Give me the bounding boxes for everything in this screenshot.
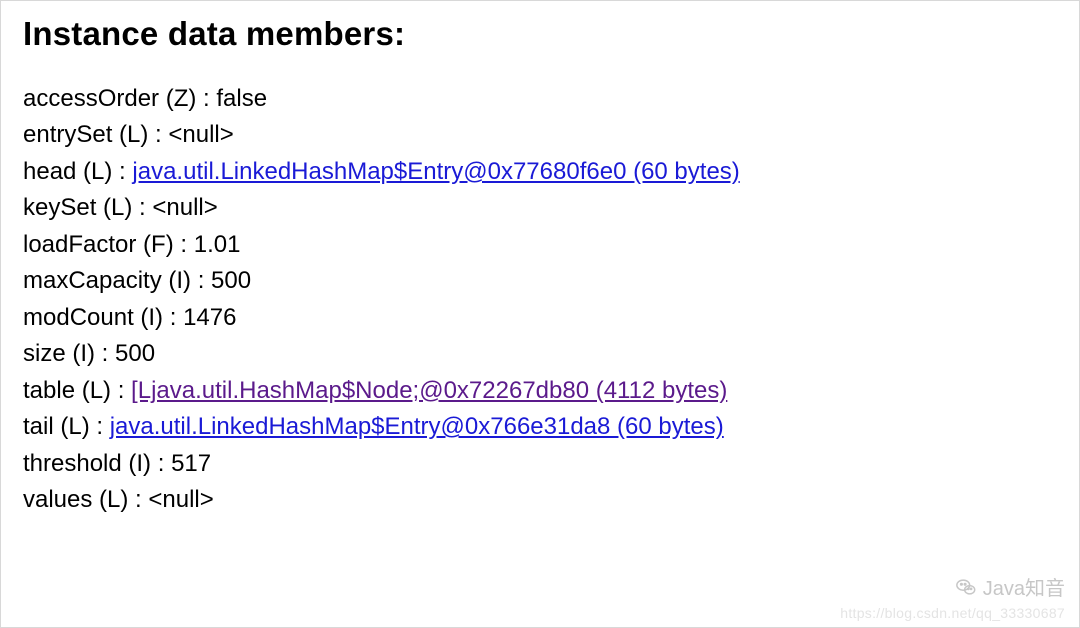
member-prefix: head (L) : bbox=[23, 158, 132, 185]
member-prefix: values (L) : bbox=[23, 486, 148, 513]
members-list: accessOrder (Z) : falseentrySet (L) : <n… bbox=[23, 81, 1057, 519]
member-prefix: loadFactor (F) : bbox=[23, 231, 194, 258]
member-prefix: tail (L) : bbox=[23, 413, 110, 440]
watermark-label: Java知音 bbox=[983, 572, 1065, 601]
member-link[interactable]: java.util.LinkedHashMap$Entry@0x77680f6e… bbox=[132, 158, 739, 185]
member-value: <null> bbox=[152, 194, 217, 221]
member-prefix: size (I) : bbox=[23, 340, 115, 367]
member-row: entrySet (L) : <null> bbox=[23, 117, 1057, 153]
member-row: accessOrder (Z) : false bbox=[23, 81, 1057, 117]
member-prefix: maxCapacity (I) : bbox=[23, 267, 211, 294]
member-value: <null> bbox=[168, 121, 233, 148]
watermark: Java知音 bbox=[955, 572, 1065, 601]
member-prefix: accessOrder (Z) : bbox=[23, 85, 216, 112]
member-row: values (L) : <null> bbox=[23, 482, 1057, 518]
member-prefix: modCount (I) : bbox=[23, 304, 183, 331]
member-value: 500 bbox=[115, 340, 155, 367]
member-row: size (I) : 500 bbox=[23, 336, 1057, 372]
member-value: <null> bbox=[148, 486, 213, 513]
member-value: 500 bbox=[211, 267, 251, 294]
member-row: tail (L) : java.util.LinkedHashMap$Entry… bbox=[23, 409, 1057, 445]
member-row: head (L) : java.util.LinkedHashMap$Entry… bbox=[23, 154, 1057, 190]
member-link[interactable]: java.util.LinkedHashMap$Entry@0x766e31da… bbox=[110, 413, 724, 440]
member-value: false bbox=[216, 85, 267, 112]
wechat-icon bbox=[955, 576, 977, 598]
member-prefix: keySet (L) : bbox=[23, 194, 152, 221]
member-prefix: table (L) : bbox=[23, 377, 131, 404]
section-title: Instance data members: bbox=[23, 15, 1057, 53]
member-row: keySet (L) : <null> bbox=[23, 190, 1057, 226]
member-link[interactable]: [Ljava.util.HashMap$Node;@0x72267db80 (4… bbox=[131, 377, 727, 404]
member-row: table (L) : [Ljava.util.HashMap$Node;@0x… bbox=[23, 373, 1057, 409]
member-row: threshold (I) : 517 bbox=[23, 446, 1057, 482]
member-value: 1.01 bbox=[194, 231, 241, 258]
member-value: 517 bbox=[171, 450, 211, 477]
member-value: 1476 bbox=[183, 304, 236, 331]
member-row: modCount (I) : 1476 bbox=[23, 300, 1057, 336]
member-row: maxCapacity (I) : 500 bbox=[23, 263, 1057, 299]
member-row: loadFactor (F) : 1.01 bbox=[23, 227, 1057, 263]
member-prefix: threshold (I) : bbox=[23, 450, 171, 477]
member-prefix: entrySet (L) : bbox=[23, 121, 168, 148]
watermark-sub: https://blog.csdn.net/qq_33330687 bbox=[840, 605, 1065, 621]
